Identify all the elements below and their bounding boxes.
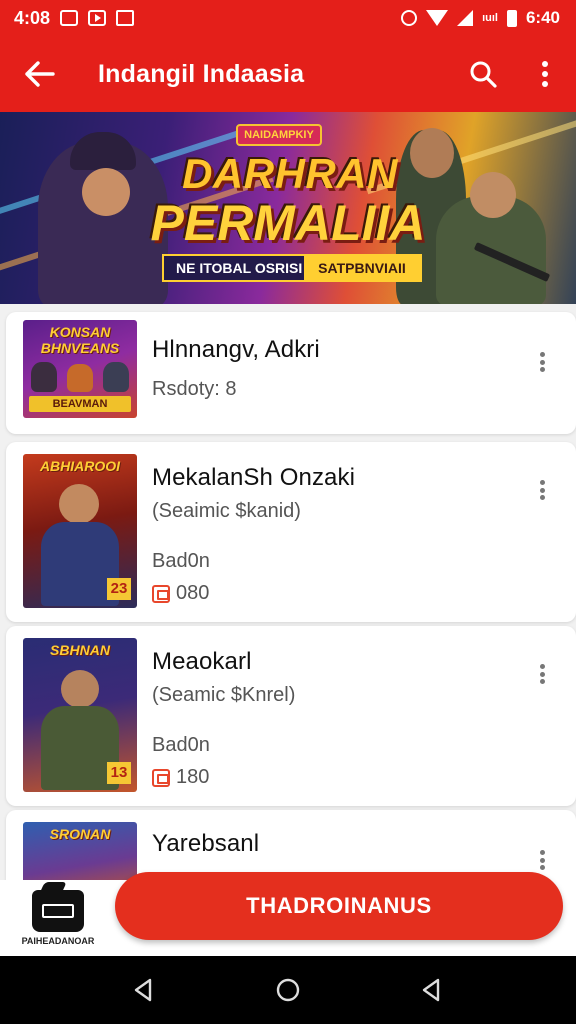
item-more-button[interactable] [530,348,554,376]
item-title: MekalanSh Onzaki [152,464,356,491]
nav-recents-icon[interactable] [418,976,446,1004]
app-screen: 4:08 ıuıl 6:40 Indangil Indaasia NAIDAMP… [0,0,576,1024]
item-count-value: 080 [176,582,210,604]
more-vert-icon [542,61,548,87]
banner-strip-right: SATPBNVIAII [304,256,420,280]
status-bar-left: 4:08 [14,7,135,29]
item-status: Bad0n [152,550,210,572]
back-button[interactable] [0,36,80,112]
list-item[interactable]: ABHIAROOI 23 MekalanSh Onzaki (Seaimic $… [6,442,576,622]
nav-back-icon[interactable] [130,976,158,1004]
store-icon [152,584,170,603]
signal-icon [457,10,474,26]
thumbnail-label: BEAVMAN [29,396,131,412]
banner-title-line1: DARHRAN [182,150,398,197]
arrow-back-icon [25,61,55,87]
app-bar: Indangil Indaasia [0,36,576,112]
banner-strip: NE ITOBAL OSRISI SATPBNVIAII [162,254,422,282]
battery-icon [506,9,517,27]
item-title: Meaokarl [152,648,252,675]
item-thumbnail: ABHIAROOI 23 [23,454,137,608]
notification-square-icon [60,10,79,26]
promo-banner[interactable]: NAIDAMPKIY DARHRAN PERMALIIA NE ITOBAL O… [0,112,576,304]
signal-label: ıuıl [482,12,498,24]
store-icon [152,768,170,787]
thumbnail-badge: 13 [107,762,131,784]
item-more-button[interactable] [530,660,554,688]
shop-bag-icon[interactable] [32,890,84,932]
alarm-icon [401,10,418,26]
item-subtitle: Rsdoty: 8 [152,378,237,400]
banner-soldier-front-face [470,172,516,218]
item-count: 180 [152,766,209,789]
banner-tag: NAIDAMPKIY [236,124,322,146]
banner-character-hat [70,132,136,170]
item-more-button[interactable] [530,476,554,504]
nav-home-icon[interactable] [274,976,302,1004]
list-item[interactable]: KONSAN BHNVEANS BEAVMAN Hlnnangv, Adkri … [6,312,576,434]
status-bar: 4:08 ıuıl 6:40 [0,0,576,36]
system-nav-bar [0,956,576,1024]
item-count-value: 180 [176,766,210,788]
item-title: Hlnnangv, Adkri [152,336,320,363]
item-subtitle: (Seamic $Knrel) [152,684,296,706]
item-title: Yarebsanl [152,830,260,857]
banner-character-face [82,168,130,216]
thumbnail-title: SBHNAN [50,642,110,658]
status-time-right: 6:40 [525,8,560,27]
overflow-menu-button[interactable] [514,36,576,112]
news-icon [116,10,135,26]
item-status: Bad0n [152,734,210,756]
item-more-button[interactable] [530,846,554,874]
thumbnail-character [67,364,93,392]
banner-title-line2: PERMALIIA [150,195,426,251]
thumbnail-badge: 23 [107,578,131,600]
thumbnail-character [103,362,129,392]
status-bar-right: ıuıl 6:40 [401,8,560,28]
thumbnail-character-face [61,670,99,708]
thumbnail-title: KONSAN BHNVEANS [40,324,120,356]
search-icon [470,61,497,88]
thumbnail-character-face [59,484,99,524]
list-item[interactable]: SBHNAN 13 Meaokarl (Seamic $Knrel) Bad0n… [6,626,576,806]
search-button[interactable] [452,36,514,112]
item-count: 080 [152,582,209,605]
item-thumbnail: KONSAN BHNVEANS BEAVMAN [23,320,137,418]
page-title: Indangil Indaasia [98,59,305,88]
status-time-left: 4:08 [14,7,51,28]
youtube-icon [88,10,107,26]
item-subtitle: (Seaimic $kanid) [152,500,301,522]
primary-action-button[interactable]: THADROINANUS [115,872,563,940]
banner-strip-left: NE ITOBAL OSRISI [176,260,303,276]
shop-label: PAIHEADANOAR [21,936,95,946]
banner-soldier-face [410,128,454,178]
thumbnail-character [31,362,57,392]
thumbnail-title: ABHIAROOI [39,458,121,474]
item-thumbnail: SBHNAN 13 [23,638,137,792]
thumbnail-title: SRONAN [49,826,111,842]
wifi-icon [426,10,449,26]
